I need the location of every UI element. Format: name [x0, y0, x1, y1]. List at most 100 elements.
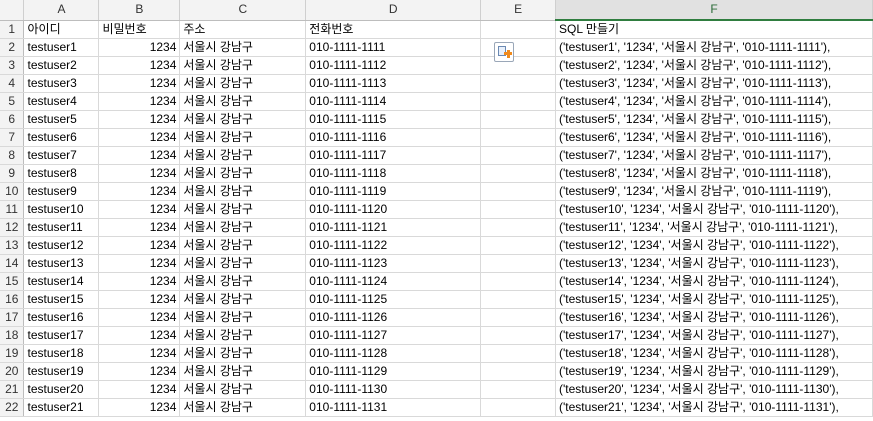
cell-user-id[interactable]: testuser13	[23, 254, 100, 273]
cell-password[interactable]: 1234	[98, 380, 181, 399]
cell-user-id[interactable]: testuser8	[23, 164, 100, 183]
cell-password[interactable]: 1234	[98, 92, 181, 111]
cell-password[interactable]: 1234	[98, 146, 181, 165]
cell-empty[interactable]	[480, 200, 557, 219]
row-header[interactable]: 6	[0, 110, 25, 129]
column-header-f[interactable]: F	[555, 0, 873, 21]
row-header[interactable]: 8	[0, 146, 25, 165]
cell-header-id[interactable]: 아이디	[23, 20, 100, 39]
cell-empty[interactable]	[480, 110, 557, 129]
cell-user-id[interactable]: testuser14	[23, 272, 100, 291]
cell-phone[interactable]: 010-1111-1115	[305, 110, 482, 129]
row-header[interactable]: 22	[0, 398, 25, 417]
cell-empty[interactable]	[480, 38, 557, 57]
cell-address[interactable]: 서울시 강남구	[179, 272, 307, 291]
row-header[interactable]: 12	[0, 218, 25, 237]
cell-user-id[interactable]: testuser9	[23, 182, 100, 201]
cell-sql[interactable]: ('testuser6', '1234', '서울시 강남구', '010-11…	[555, 128, 873, 147]
cell-phone[interactable]: 010-1111-1123	[305, 254, 482, 273]
row-header[interactable]: 17	[0, 308, 25, 327]
cell-sql[interactable]: ('testuser17', '1234', '서울시 강남구', '010-1…	[555, 326, 873, 345]
row-header[interactable]: 10	[0, 182, 25, 201]
row-header[interactable]: 7	[0, 128, 25, 147]
cell-sql[interactable]: ('testuser2', '1234', '서울시 강남구', '010-11…	[555, 56, 873, 75]
cell-user-id[interactable]: testuser16	[23, 308, 100, 327]
cell-phone[interactable]: 010-1111-1122	[305, 236, 482, 255]
cell-phone[interactable]: 010-1111-1116	[305, 128, 482, 147]
cell-user-id[interactable]: testuser6	[23, 128, 100, 147]
cell-password[interactable]: 1234	[98, 128, 181, 147]
row-header[interactable]: 9	[0, 164, 25, 183]
cell-sql[interactable]: ('testuser20', '1234', '서울시 강남구', '010-1…	[555, 380, 873, 399]
cell-sql[interactable]: ('testuser14', '1234', '서울시 강남구', '010-1…	[555, 272, 873, 291]
cell-address[interactable]: 서울시 강남구	[179, 218, 307, 237]
column-header-c[interactable]: C	[179, 0, 307, 21]
cell-sql[interactable]: ('testuser16', '1234', '서울시 강남구', '010-1…	[555, 308, 873, 327]
cell-user-id[interactable]: testuser12	[23, 236, 100, 255]
cell-address[interactable]: 서울시 강남구	[179, 290, 307, 309]
row-header[interactable]: 2	[0, 38, 25, 57]
cell-user-id[interactable]: testuser1	[23, 38, 100, 57]
cell-sql[interactable]: ('testuser21', '1234', '서울시 강남구', '010-1…	[555, 398, 873, 417]
cell-phone[interactable]: 010-1111-1131	[305, 398, 482, 417]
cell-address[interactable]: 서울시 강남구	[179, 308, 307, 327]
cell-password[interactable]: 1234	[98, 110, 181, 129]
cell-address[interactable]: 서울시 강남구	[179, 128, 307, 147]
cell-user-id[interactable]: testuser5	[23, 110, 100, 129]
cell-password[interactable]: 1234	[98, 344, 181, 363]
cell-empty[interactable]	[480, 236, 557, 255]
cell-password[interactable]: 1234	[98, 236, 181, 255]
cell-phone[interactable]: 010-1111-1125	[305, 290, 482, 309]
cell-phone[interactable]: 010-1111-1124	[305, 272, 482, 291]
cell-sql[interactable]: ('testuser8', '1234', '서울시 강남구', '010-11…	[555, 164, 873, 183]
cell-address[interactable]: 서울시 강남구	[179, 182, 307, 201]
cell-empty[interactable]	[480, 344, 557, 363]
cell-address[interactable]: 서울시 강남구	[179, 236, 307, 255]
row-header[interactable]: 11	[0, 200, 25, 219]
cell-address[interactable]: 서울시 강남구	[179, 74, 307, 93]
cell-sql[interactable]: ('testuser18', '1234', '서울시 강남구', '010-1…	[555, 344, 873, 363]
cell-address[interactable]: 서울시 강남구	[179, 146, 307, 165]
cell-empty[interactable]	[480, 146, 557, 165]
cell-password[interactable]: 1234	[98, 56, 181, 75]
cell-empty[interactable]	[480, 74, 557, 93]
cell-empty[interactable]	[480, 326, 557, 345]
cell-sql[interactable]: ('testuser9', '1234', '서울시 강남구', '010-11…	[555, 182, 873, 201]
cell-address[interactable]: 서울시 강남구	[179, 164, 307, 183]
cell-user-id[interactable]: testuser17	[23, 326, 100, 345]
cell-user-id[interactable]: testuser3	[23, 74, 100, 93]
cell-sql[interactable]: ('testuser15', '1234', '서울시 강남구', '010-1…	[555, 290, 873, 309]
cell-password[interactable]: 1234	[98, 398, 181, 417]
cell-sql[interactable]: ('testuser19', '1234', '서울시 강남구', '010-1…	[555, 362, 873, 381]
cell-empty[interactable]	[480, 92, 557, 111]
cell-address[interactable]: 서울시 강남구	[179, 92, 307, 111]
cell-password[interactable]: 1234	[98, 362, 181, 381]
cell-empty[interactable]	[480, 362, 557, 381]
row-header[interactable]: 18	[0, 326, 25, 345]
cell-user-id[interactable]: testuser19	[23, 362, 100, 381]
row-header[interactable]: 15	[0, 272, 25, 291]
cell-sql[interactable]: ('testuser1', '1234', '서울시 강남구', '010-11…	[555, 38, 873, 57]
cell-address[interactable]: 서울시 강남구	[179, 398, 307, 417]
cell-empty[interactable]	[480, 398, 557, 417]
row-header[interactable]: 19	[0, 344, 25, 363]
cell-sql[interactable]: ('testuser13', '1234', '서울시 강남구', '010-1…	[555, 254, 873, 273]
cell-password[interactable]: 1234	[98, 218, 181, 237]
cell-user-id[interactable]: testuser21	[23, 398, 100, 417]
cell-empty[interactable]	[480, 218, 557, 237]
cell-password[interactable]: 1234	[98, 272, 181, 291]
cell-header-sql[interactable]: SQL 만들기	[555, 20, 873, 39]
column-header-a[interactable]: A	[23, 0, 100, 21]
row-header[interactable]: 14	[0, 254, 25, 273]
cell-address[interactable]: 서울시 강남구	[179, 362, 307, 381]
select-all-corner[interactable]	[0, 0, 25, 21]
paste-options-button[interactable]	[494, 42, 514, 62]
cell-phone[interactable]: 010-1111-1130	[305, 380, 482, 399]
cell-phone[interactable]: 010-1111-1126	[305, 308, 482, 327]
cell-empty[interactable]	[480, 290, 557, 309]
cell-phone[interactable]: 010-1111-1114	[305, 92, 482, 111]
cell-address[interactable]: 서울시 강남구	[179, 38, 307, 57]
cell-phone[interactable]: 010-1111-1117	[305, 146, 482, 165]
row-header[interactable]: 4	[0, 74, 25, 93]
cell-password[interactable]: 1234	[98, 308, 181, 327]
